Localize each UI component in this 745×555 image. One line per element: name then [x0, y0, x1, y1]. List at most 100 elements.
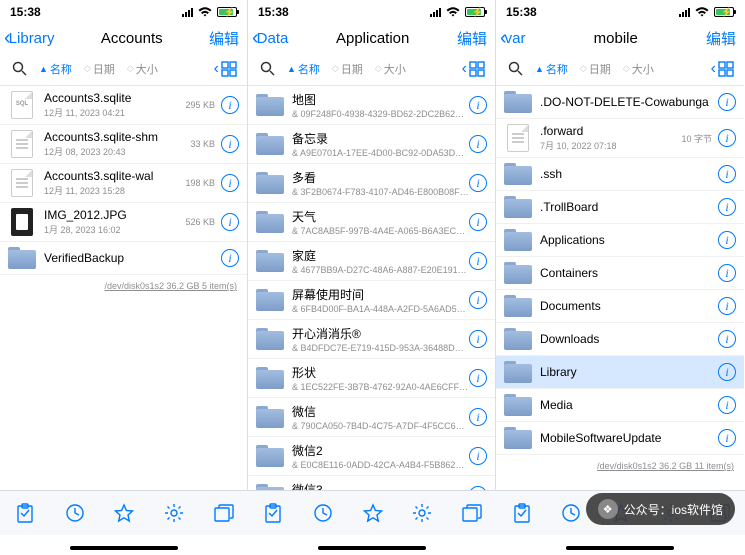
watermark-overlay: ❖ 公众号：ios软件馆	[586, 493, 735, 525]
windows-icon[interactable]	[199, 504, 249, 522]
sort-by-name[interactable]: ▲名称	[33, 61, 78, 77]
info-icon[interactable]: i	[718, 93, 736, 111]
back-button[interactable]: ‹ var	[500, 28, 526, 48]
info-icon[interactable]: i	[469, 135, 487, 153]
file-row[interactable]: Accounts3.sqlite-wal 12月 11, 2023 15:28 …	[0, 164, 247, 203]
file-row[interactable]: 地图 & 09F248F0-4938-4329-BD62-2DC2B62A6… …	[248, 86, 495, 125]
file-row[interactable]: Accounts3.sqlite 12月 11, 2023 04:21 295 …	[0, 86, 247, 125]
search-icon[interactable]	[254, 61, 281, 76]
file-row[interactable]: 形状 & 1EC522FE-3B7B-4762-92A0-4AE6CFFF8… …	[248, 359, 495, 398]
file-row[interactable]: 开心消消乐® & B4DFDC7E-E719-415D-953A-36488DC…	[248, 320, 495, 359]
info-icon[interactable]: i	[718, 363, 736, 381]
nav-bar: ‹ Data Application 编辑	[248, 22, 495, 56]
file-row[interactable]: VerifiedBackup i	[0, 242, 247, 275]
gear-icon[interactable]	[397, 503, 447, 523]
info-icon[interactable]: i	[718, 264, 736, 282]
battery-icon: ⚡	[714, 7, 734, 17]
edit-button[interactable]: 编辑	[706, 28, 736, 49]
view-toggle[interactable]: ‹	[458, 60, 489, 78]
gear-icon[interactable]	[149, 503, 199, 523]
info-icon[interactable]: i	[718, 165, 736, 183]
info-icon[interactable]: i	[221, 213, 239, 231]
file-subtitle: & A9E0701A-17EE-4D00-BC92-0DA53DDD…	[292, 148, 469, 158]
folder-icon	[504, 163, 532, 185]
file-row[interactable]: Accounts3.sqlite-shm 12月 08, 2023 20:43 …	[0, 125, 247, 164]
file-row[interactable]: 屏幕使用时间 & 6FB4D00F-BA1A-448A-A2FD-5A6AD5B…	[248, 281, 495, 320]
info-icon[interactable]: i	[221, 96, 239, 114]
info-icon[interactable]: i	[469, 252, 487, 270]
info-icon[interactable]: i	[718, 396, 736, 414]
view-toggle[interactable]: ‹	[707, 60, 738, 78]
sort-by-size[interactable]: ◇大小	[617, 61, 660, 77]
file-row[interactable]: Media i	[496, 389, 744, 422]
status-time: 15:38	[506, 5, 537, 19]
info-icon[interactable]: i	[718, 129, 736, 147]
info-icon[interactable]: i	[469, 291, 487, 309]
sort-by-date[interactable]: ◇日期	[574, 61, 617, 77]
file-row[interactable]: .forward 7月 10, 2022 07:18 10 字节 i	[496, 119, 744, 158]
info-icon[interactable]: i	[221, 249, 239, 267]
search-icon[interactable]	[502, 61, 529, 76]
sort-by-date[interactable]: ◇日期	[78, 61, 121, 77]
file-size: 526 KB	[179, 217, 221, 227]
file-row[interactable]: .ssh i	[496, 158, 744, 191]
info-icon[interactable]: i	[469, 213, 487, 231]
file-row[interactable]: Downloads i	[496, 323, 744, 356]
sort-by-name[interactable]: ▲名称	[529, 61, 574, 77]
info-icon[interactable]: i	[469, 369, 487, 387]
sort-by-name[interactable]: ▲名称	[281, 61, 326, 77]
view-toggle[interactable]: ‹	[210, 60, 241, 78]
clipboard-icon[interactable]	[497, 503, 547, 523]
info-icon[interactable]: i	[469, 447, 487, 465]
file-row[interactable]: .DO-NOT-DELETE-Cowabunga i	[496, 86, 744, 119]
file-row[interactable]: IMG_2012.JPG 1月 28, 2023 16:02 526 KB i	[0, 203, 247, 242]
star-icon[interactable]	[99, 503, 149, 523]
info-icon[interactable]: i	[469, 174, 487, 192]
file-subtitle: & 6FB4D00F-BA1A-448A-A2FD-5A6AD5B…	[292, 304, 469, 314]
info-icon[interactable]: i	[221, 135, 239, 153]
file-row[interactable]: 多看 & 3F2B0674-F783-4107-AD46-E800B08F7… …	[248, 164, 495, 203]
history-icon[interactable]	[298, 503, 348, 523]
file-row[interactable]: Library i	[496, 356, 744, 389]
file-subtitle: 7月 10, 2022 07:18	[540, 139, 675, 152]
info-icon[interactable]: i	[718, 429, 736, 447]
sort-by-size[interactable]: ◇大小	[121, 61, 164, 77]
file-row[interactable]: 微信 & 790CA050-7B4D-4C75-A7DF-4F5CC6BF… i	[248, 398, 495, 437]
file-row[interactable]: 微信3 & EF7BA4BC-F8D3-49D1-8BA9-AC8C4CF… i	[248, 476, 495, 490]
history-icon[interactable]	[50, 503, 100, 523]
info-icon[interactable]: i	[469, 330, 487, 348]
back-button[interactable]: ‹ Data	[252, 28, 288, 48]
file-list: 地图 & 09F248F0-4938-4329-BD62-2DC2B62A6… …	[248, 86, 495, 490]
clipboard-icon[interactable]	[248, 503, 298, 523]
info-icon[interactable]: i	[469, 96, 487, 114]
disk-stats[interactable]: /dev/disk0s1s2 36.2 GB 5 item(s)	[0, 275, 247, 297]
page-title: Accounts	[55, 30, 209, 47]
edit-button[interactable]: 编辑	[209, 28, 239, 49]
sort-by-size[interactable]: ◇大小	[369, 61, 412, 77]
star-icon[interactable]	[348, 503, 398, 523]
info-icon[interactable]: i	[718, 330, 736, 348]
clipboard-icon[interactable]	[0, 503, 50, 523]
file-size: 295 KB	[179, 100, 221, 110]
info-icon[interactable]: i	[718, 198, 736, 216]
file-row[interactable]: 天气 & 7AC8AB5F-997B-4A4E-A065-B6A3EC8E… i	[248, 203, 495, 242]
edit-button[interactable]: 编辑	[457, 28, 487, 49]
file-row[interactable]: Documents i	[496, 290, 744, 323]
sort-by-date[interactable]: ◇日期	[326, 61, 369, 77]
file-row[interactable]: 微信2 & E0C8E116-0ADD-42CA-A4B4-F5B86275… …	[248, 437, 495, 476]
file-row[interactable]: Applications i	[496, 224, 744, 257]
info-icon[interactable]: i	[718, 231, 736, 249]
file-row[interactable]: MobileSoftwareUpdate i	[496, 422, 744, 455]
file-row[interactable]: Containers i	[496, 257, 744, 290]
disk-stats[interactable]: /dev/disk0s1s2 36.2 GB 11 item(s)	[496, 455, 744, 477]
back-button[interactable]: ‹ Library	[4, 28, 55, 48]
windows-icon[interactable]	[447, 504, 497, 522]
info-icon[interactable]: i	[718, 297, 736, 315]
folder-icon	[256, 328, 284, 350]
file-row[interactable]: 家庭 & 4677BB9A-D27C-48A6-A887-E20E191E2… …	[248, 242, 495, 281]
file-row[interactable]: .TrollBoard i	[496, 191, 744, 224]
info-icon[interactable]: i	[221, 174, 239, 192]
file-row[interactable]: 备忘录 & A9E0701A-17EE-4D00-BC92-0DA53DDD… …	[248, 125, 495, 164]
info-icon[interactable]: i	[469, 408, 487, 426]
search-icon[interactable]	[6, 61, 33, 76]
